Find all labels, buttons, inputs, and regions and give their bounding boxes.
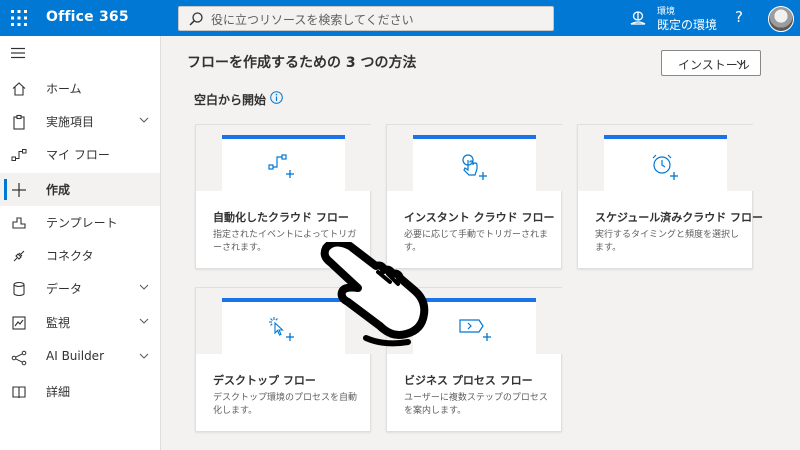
search-input[interactable]: 役に立つリソースを検索してください [178,6,554,31]
sidebar-item-data[interactable]: データ [0,272,160,305]
help-icon[interactable]: ? [735,8,743,26]
chevron-down-icon[interactable] [139,318,149,325]
chevron-down-icon[interactable] [139,353,149,360]
card-description: ユーザーに複数ステップのプロセスを案内します。 [404,393,548,416]
card-illustration [604,135,727,191]
card-title: ビジネス プロセス フロー [404,374,533,387]
sidebar-item-label: コネクタ [46,249,94,263]
sidebar-item-home[interactable]: ホーム [0,72,160,105]
avatar[interactable] [768,6,794,32]
plus-icon [12,183,26,197]
app-name[interactable]: Office 365 [46,9,129,25]
info-icon[interactable] [270,91,283,104]
sidebar-item-label: マイ フロー [46,148,110,162]
sidebar-item-create[interactable]: 作成 [0,173,160,206]
card-illustration [413,298,536,354]
automated-flow-icon [268,154,294,178]
sidebar-item-my-flows[interactable]: マイ フロー [0,138,160,171]
card-title: デスクトップ フロー [213,374,316,387]
monitor-icon [12,316,26,330]
book-icon [12,386,26,399]
main-content: フローを作成するための 3 つの方法 インストール 空白から開始 自動化したクラ… [162,36,800,450]
card-title: スケジュール済みクラウド フロー [595,211,764,224]
sidebar-item-monitor[interactable]: 監視 [0,306,160,339]
sidebar: ホーム 実施項目 マイ フロー 作成 テンプレート コネクタ データ 監視 AI… [0,36,161,450]
card-illustration-area [387,125,563,191]
card-description: デスクトップ環境のプロセスを自動化します。 [213,393,358,416]
scheduled-cloud-flow-card[interactable]: スケジュール済みクラウド フロー 実行するタイミングと頻度を選択します。 [577,124,763,269]
card-illustration [413,135,536,191]
business-process-icon [459,319,491,341]
flow-icon [11,149,27,161]
sidebar-item-label: テンプレート [46,216,118,230]
sidebar-item-templates[interactable]: テンプレート [0,206,160,239]
card-illustration [222,135,345,191]
environment-selector[interactable]: 既定の環境 [657,16,717,33]
card-description: 実行するタイミングと頻度を選択します。 [595,230,740,253]
sidebar-item-label: AI Builder [46,349,105,363]
sidebar-item-action-items[interactable]: 実施項目 [0,105,160,138]
ai-builder-icon [11,350,27,366]
desktop-click-icon [269,317,294,341]
clipboard-icon [13,114,25,130]
chevron-down-icon[interactable] [139,117,149,124]
sidebar-item-label: 監視 [46,316,71,330]
app-launcher-icon[interactable] [10,9,28,27]
hamburger-menu-icon[interactable] [11,47,25,59]
chevron-down-icon[interactable] [139,284,149,291]
sidebar-item-label: 実施項目 [46,115,95,129]
environment-icon[interactable] [629,9,647,27]
alarm-clock-icon [652,154,678,180]
sidebar-item-label: データ [46,282,83,296]
home-icon [12,82,26,96]
card-title: インスタント クラウド フロー [404,211,555,224]
card-illustration-area [578,125,754,191]
sidebar-item-label: ホーム [46,82,82,96]
top-bar: Office 365 役に立つリソースを検索してください 環境 既定の環境 ? [0,0,800,36]
hand-pointer-icon [320,242,429,347]
install-button[interactable]: インストール [661,50,761,76]
sidebar-item-learn[interactable]: 詳細 [0,375,160,408]
card-title: 自動化したクラウド フロー [213,211,349,224]
database-icon [13,281,25,297]
chevron-down-icon [736,60,746,66]
card-illustration-area [196,125,372,191]
sidebar-item-ai-builder[interactable]: AI Builder [0,341,160,374]
sidebar-item-label: 作成 [46,183,71,197]
page-title: フローを作成するための 3 つの方法 [187,55,417,71]
search-placeholder: 役に立つリソースを検索してください [211,13,414,27]
section-title: 空白から開始 [194,93,267,107]
sidebar-item-label: 詳細 [46,385,71,399]
touch-icon [462,154,487,180]
connector-icon [13,250,25,262]
sidebar-item-connectors[interactable]: コネクタ [0,239,160,272]
template-icon [12,217,26,229]
search-icon [189,12,203,26]
